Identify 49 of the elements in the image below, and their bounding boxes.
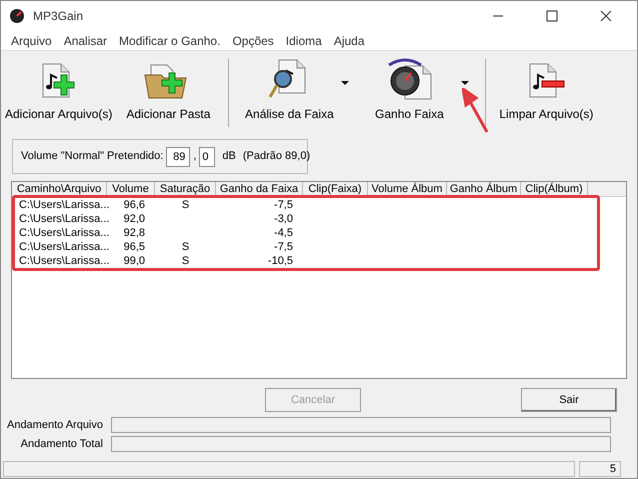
- app-icon: [9, 8, 25, 24]
- toolbar-button[interactable]: Limpar Arquivo(s): [494, 55, 598, 131]
- column-header[interactable]: Clip(Álbum): [521, 182, 588, 196]
- annotation-arrow: [462, 88, 490, 134]
- table-cell: S: [182, 199, 190, 211]
- toolbar-button[interactable]: Adicionar Arquivo(s): [1, 55, 116, 131]
- column-header[interactable]: Volume Álbum: [368, 182, 447, 196]
- column-header[interactable]: Caminho\Arquivo: [12, 182, 107, 196]
- table-cell: 99,0: [124, 255, 145, 267]
- table-cell: 96,5: [124, 241, 145, 253]
- table-cell: 92,8: [124, 227, 145, 239]
- column-header[interactable]: Ganho Álbum: [447, 182, 521, 196]
- exit-button[interactable]: Sair: [521, 388, 617, 412]
- column-header[interactable]: Clip(Faixa): [303, 182, 368, 196]
- table-cell: C:\Users\Larissa...: [19, 227, 110, 239]
- menu-item[interactable]: Modificar o Ganho.: [113, 32, 226, 50]
- status-count: 5: [579, 461, 621, 477]
- table-cell: -4,5: [274, 227, 293, 239]
- menu-item[interactable]: Arquivo: [5, 32, 58, 50]
- table-cell: -7,5: [274, 241, 293, 253]
- table-cell: C:\Users\Larissa...: [19, 199, 110, 211]
- table-cell: C:\Users\Larissa...: [19, 255, 110, 267]
- toolbar-button[interactable]: Análise da Faixa: [237, 55, 358, 131]
- menu-item[interactable]: Ajuda: [328, 32, 371, 50]
- progress-label: Andamento Total: [20, 436, 104, 452]
- table-cell: S: [182, 241, 190, 253]
- decimal-separator: ,: [193, 149, 196, 164]
- table-cell: -10,5: [268, 255, 293, 267]
- unit-label: dB: [222, 149, 236, 164]
- progress-label: Andamento Arquivo: [6, 418, 104, 433]
- table-cell: -3,0: [274, 213, 293, 225]
- menu-item[interactable]: Opções: [226, 32, 280, 50]
- table-cell: C:\Users\Larissa...: [19, 241, 110, 253]
- table-cell: -7,5: [274, 199, 293, 211]
- menu-item[interactable]: Idioma: [280, 32, 328, 50]
- table-cell: S: [182, 255, 190, 267]
- toolbar-button[interactable]: Adicionar Pasta: [116, 55, 220, 131]
- target-volume-label: Volume "Normal" Pretendido:: [21, 149, 164, 164]
- column-header[interactable]: Volume: [107, 182, 155, 196]
- column-header[interactable]: Saturação: [155, 182, 216, 196]
- integer-field[interactable]: 89: [166, 146, 190, 166]
- menu-item[interactable]: Analisar: [58, 32, 114, 50]
- decimal-field[interactable]: 0: [199, 146, 216, 166]
- window-title: MP3Gain: [33, 8, 84, 25]
- default-note: (Padrão 89,0): [242, 149, 310, 164]
- table-cell: 96,6: [124, 199, 145, 211]
- column-header[interactable]: Ganho da Faixa: [216, 182, 303, 196]
- table-cell: C:\Users\Larissa...: [19, 213, 110, 225]
- table-cell: 92,0: [124, 213, 145, 225]
